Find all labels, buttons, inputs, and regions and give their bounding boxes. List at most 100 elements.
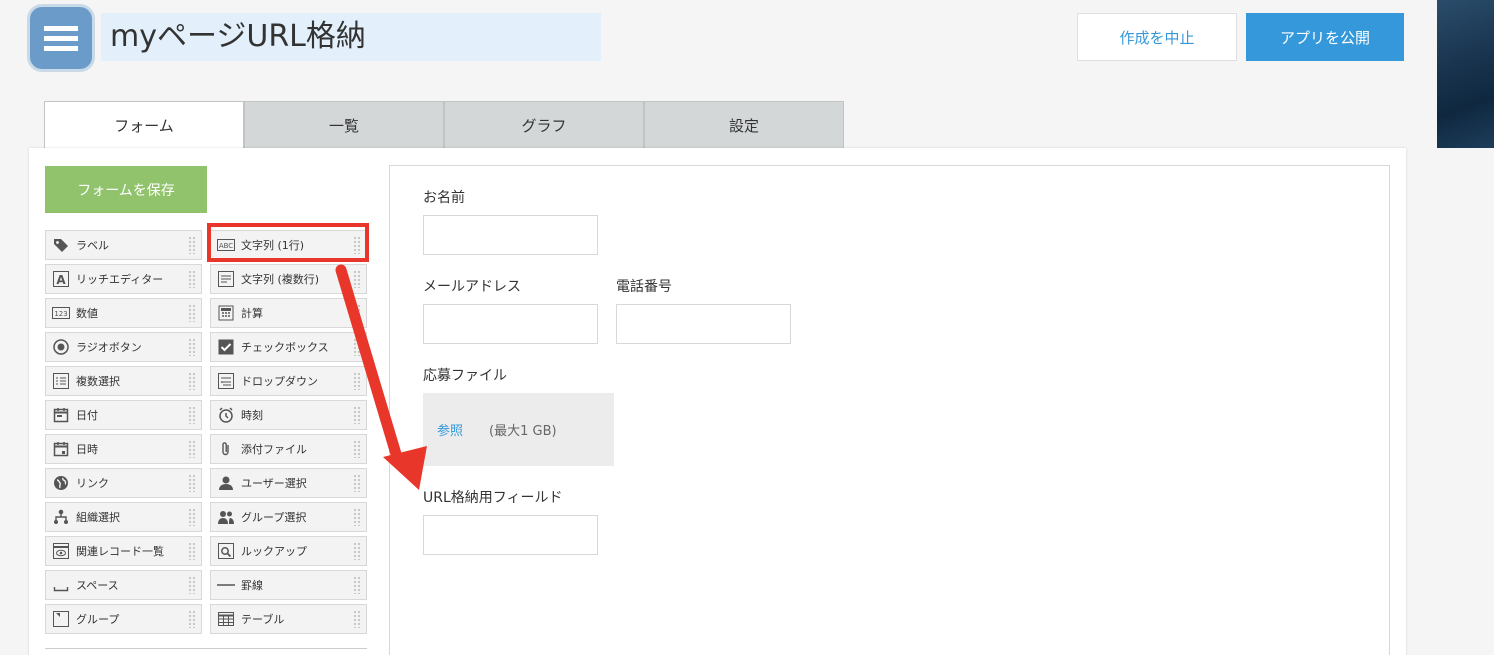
palette-item-related-records[interactable]: 関連レコード一覧 <box>45 536 202 566</box>
email-field[interactable] <box>423 304 598 344</box>
palette-item-text: ラジオボタン <box>76 341 142 354</box>
palette-item-lookup[interactable]: ルックアップ <box>210 536 367 566</box>
palette-item-text: ルックアップ <box>241 545 307 558</box>
palette-item-text: チェックボックス <box>241 341 329 354</box>
drag-handle-icon <box>188 610 196 628</box>
drag-handle-icon <box>188 474 196 492</box>
file-size-limit: (最大1 GB) <box>489 424 557 439</box>
palette-item-table[interactable]: テーブル <box>210 604 367 634</box>
palette-item-text: 文字列 (複数行) <box>241 273 320 286</box>
drag-handle-icon <box>353 304 361 322</box>
drag-handle-icon <box>188 372 196 390</box>
palette-item-text: 数値 <box>76 307 98 320</box>
drag-handle-icon <box>353 576 361 594</box>
palette-item-border-line[interactable]: 罫線 <box>210 570 367 600</box>
cancel-creation-button[interactable]: 作成を中止 <box>1077 13 1237 61</box>
url-field[interactable] <box>423 515 598 555</box>
palette-item-radio-button[interactable]: ラジオボタン <box>45 332 202 362</box>
drag-handle-icon <box>353 270 361 288</box>
name-field[interactable] <box>423 215 598 255</box>
palette-item-multi-line-text[interactable]: 文字列 (複数行) <box>210 264 367 294</box>
palette-item-text: ユーザー選択 <box>241 477 307 490</box>
drag-handle-icon <box>353 372 361 390</box>
palette-item-text: 組織選択 <box>76 511 120 524</box>
field-label-phone: 電話番号 <box>616 279 672 295</box>
lookup-icon <box>217 542 235 560</box>
palette-item-text: ラベル <box>76 239 109 252</box>
field-label-email: メールアドレス <box>423 279 521 295</box>
palette-item-text: 複数選択 <box>76 375 120 388</box>
palette-divider <box>45 648 367 649</box>
drag-handle-icon <box>353 508 361 526</box>
dropdown-icon <box>217 372 235 390</box>
palette-item-space[interactable]: スペース <box>45 570 202 600</box>
multiline-icon <box>217 270 235 288</box>
drag-handle-icon <box>188 304 196 322</box>
app-name-input[interactable]: myページURL格納 <box>101 13 601 61</box>
palette-item-attachment[interactable]: 添付ファイル <box>210 434 367 464</box>
palette-item-checkbox[interactable]: チェックボックス <box>210 332 367 362</box>
palette-item-text: 関連レコード一覧 <box>76 545 164 558</box>
tab-list[interactable]: 一覧 <box>244 101 444 149</box>
org-icon <box>52 508 70 526</box>
palette-item-datetime[interactable]: 日時 <box>45 434 202 464</box>
palette-item-rich-editor[interactable]: A リッチエディター <box>45 264 202 294</box>
palette-item-dropdown[interactable]: ドロップダウン <box>210 366 367 396</box>
palette-item-group-select[interactable]: グループ選択 <box>210 502 367 532</box>
drag-handle-icon <box>353 542 361 560</box>
publish-app-button[interactable]: アプリを公開 <box>1246 13 1404 61</box>
group-icon <box>217 508 235 526</box>
drag-handle-icon <box>188 236 196 254</box>
settings-tabs: フォーム 一覧 グラフ 設定 <box>44 101 844 149</box>
palette-item-text: 添付ファイル <box>241 443 307 456</box>
background-image-corner <box>1437 0 1494 148</box>
palette-item-text: リンク <box>76 477 109 490</box>
palette-item-group[interactable]: グループ <box>45 604 202 634</box>
datetime-icon <box>52 440 70 458</box>
drag-handle-icon <box>188 270 196 288</box>
tab-form[interactable]: フォーム <box>44 101 244 149</box>
checkbox-icon <box>217 338 235 356</box>
phone-field[interactable] <box>616 304 791 344</box>
tag-icon <box>52 236 70 254</box>
browse-link[interactable]: 参照 <box>437 420 463 439</box>
field-label-application-file: 応募ファイル <box>423 368 507 384</box>
drag-handle-icon <box>353 474 361 492</box>
globe-icon <box>52 474 70 492</box>
drag-handle-icon <box>188 542 196 560</box>
number-icon: 123 <box>52 304 70 322</box>
save-form-button[interactable]: フォームを保存 <box>45 166 207 213</box>
palette-item-text: 計算 <box>241 307 263 320</box>
palette-item-user-select[interactable]: ユーザー選択 <box>210 468 367 498</box>
palette-item-number[interactable]: 123 数値 <box>45 298 202 328</box>
palette-item-text: リッチエディター <box>76 273 164 286</box>
space-icon <box>52 576 70 594</box>
calendar-icon <box>52 406 70 424</box>
palette-item-link[interactable]: リンク <box>45 468 202 498</box>
palette-item-calculation[interactable]: 計算 <box>210 298 367 328</box>
palette-item-date[interactable]: 日付 <box>45 400 202 430</box>
tab-settings[interactable]: 設定 <box>644 101 844 149</box>
field-label-url: URL格納用フィールド <box>423 490 563 506</box>
drag-handle-icon <box>353 406 361 424</box>
palette-item-text: グループ <box>76 613 120 626</box>
drag-handle-icon <box>353 440 361 458</box>
palette-item-multi-select[interactable]: 複数選択 <box>45 366 202 396</box>
palette-item-organization-select[interactable]: 組織選択 <box>45 502 202 532</box>
palette-item-text: グループ選択 <box>241 511 307 524</box>
drag-handle-icon <box>188 576 196 594</box>
radio-icon <box>52 338 70 356</box>
user-icon <box>217 474 235 492</box>
palette-item-text: 時刻 <box>241 409 263 422</box>
drag-handle-icon <box>188 440 196 458</box>
palette-item-text: 日付 <box>76 409 98 422</box>
drag-handle-icon <box>188 406 196 424</box>
multi-select-icon <box>52 372 70 390</box>
tab-graph[interactable]: グラフ <box>444 101 644 149</box>
calculator-icon <box>217 304 235 322</box>
palette-item-text: ドロップダウン <box>241 375 318 388</box>
palette-item-label[interactable]: ラベル <box>45 230 202 260</box>
field-label-name: お名前 <box>423 190 465 206</box>
palette-item-time[interactable]: 時刻 <box>210 400 367 430</box>
palette-item-text: 罫線 <box>241 579 263 592</box>
